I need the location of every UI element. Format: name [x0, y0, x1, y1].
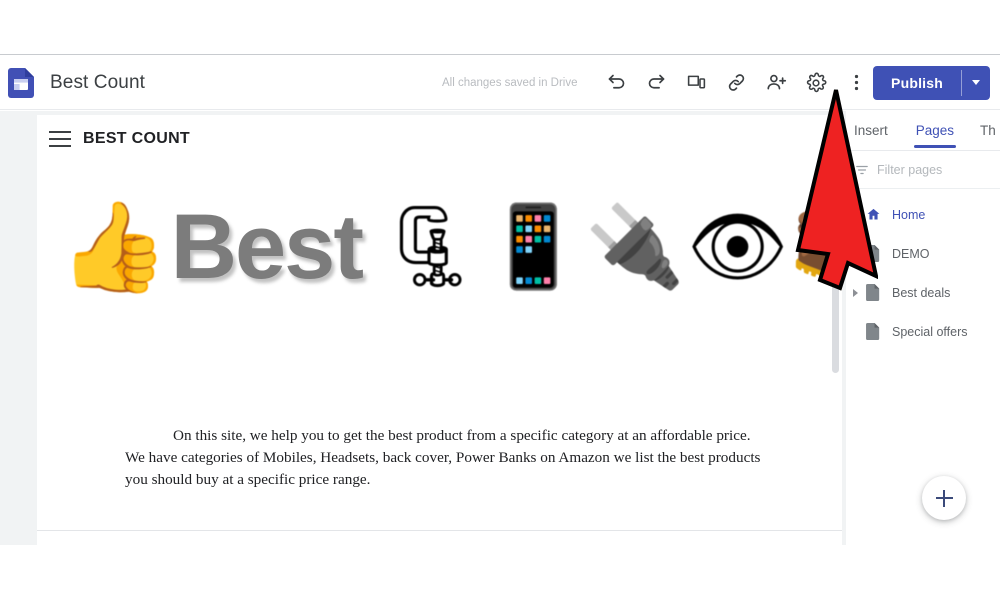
filter-icon — [855, 163, 869, 177]
chevron-down-icon — [972, 80, 980, 85]
clamp-icon: 🗜 — [380, 200, 482, 293]
expand-chevron-icon[interactable] — [849, 287, 861, 299]
save-status-text: All changes saved in Drive — [442, 76, 578, 89]
bottom-whitespace — [0, 545, 1000, 600]
publish-button[interactable]: Publish — [873, 66, 961, 100]
eye-icon: 👁 — [686, 200, 789, 293]
filter-pages-input[interactable] — [877, 162, 987, 177]
tab-pages[interactable]: Pages — [913, 123, 957, 148]
window-top-strip — [0, 0, 1000, 55]
site-paragraph[interactable]: On this site, we help you to get the bes… — [125, 425, 770, 491]
canvas-scrollbar-thumb[interactable] — [832, 115, 839, 373]
site-canvas-inner: BEST COUNT 👍 Best 🗜 📱 🔌 👁 🥾 On this site… — [37, 115, 842, 545]
redo-button[interactable] — [636, 63, 676, 103]
home-page-icon — [865, 206, 881, 224]
page-icon — [865, 323, 881, 341]
site-header-section[interactable]: BEST COUNT — [37, 115, 842, 163]
site-canvas[interactable]: BEST COUNT 👍 Best 🗜 📱 🔌 👁 🥾 On this site… — [37, 115, 842, 545]
thumbs-up-icon: 👍 — [59, 195, 169, 298]
publish-control: Publish — [873, 65, 990, 100]
page-list-item-best-deals[interactable]: Best deals — [846, 273, 1000, 312]
tab-themes[interactable]: Th — [980, 123, 996, 148]
right-side-panel: Insert Pages Th Home — [846, 111, 1000, 545]
settings-button[interactable] — [796, 63, 836, 103]
page-label: Special offers — [892, 324, 968, 339]
electric-plug-icon: 🔌 — [585, 200, 685, 293]
google-sites-editor: Best Count All changes saved in Drive Pu… — [0, 0, 1000, 600]
canvas-section-divider — [37, 530, 842, 531]
plus-icon — [935, 489, 953, 507]
page-label: Home — [892, 207, 926, 222]
page-label: DEMO — [892, 246, 930, 261]
share-button[interactable] — [756, 63, 796, 103]
banner-word-best: Best — [170, 196, 364, 298]
add-page-button[interactable] — [922, 476, 966, 520]
page-list: Home DEMO Best deals Special offers — [846, 189, 1000, 351]
preview-button[interactable] — [676, 63, 716, 103]
more-button[interactable] — [836, 63, 876, 103]
canvas-scrollbar[interactable] — [832, 115, 840, 545]
page-list-item-demo[interactable]: DEMO — [846, 234, 1000, 273]
header-tool-group — [596, 63, 876, 103]
document-title[interactable]: Best Count — [50, 72, 145, 94]
page-icon — [865, 284, 881, 302]
page-list-item-home[interactable]: Home — [846, 195, 1000, 234]
panel-tab-bar: Insert Pages Th — [846, 111, 1000, 151]
undo-button[interactable] — [596, 63, 636, 103]
publish-dropdown-button[interactable] — [962, 66, 990, 100]
page-label: Best deals — [892, 285, 951, 300]
sites-file-icon — [6, 67, 36, 98]
filter-pages-row — [846, 151, 1000, 189]
page-icon — [865, 245, 881, 263]
page-list-item-special-offers[interactable]: Special offers — [846, 312, 1000, 351]
site-name-text: BEST COUNT — [83, 130, 190, 147]
tab-insert[interactable]: Insert — [854, 123, 888, 148]
link-button[interactable] — [716, 63, 756, 103]
hamburger-icon[interactable] — [49, 131, 71, 147]
editor-header: Best Count All changes saved in Drive Pu… — [0, 56, 1000, 110]
banner-image-row[interactable]: 👍 Best 🗜 📱 🔌 👁 🥾 — [37, 177, 842, 317]
mobile-phone-icon: 📱 — [483, 200, 584, 293]
